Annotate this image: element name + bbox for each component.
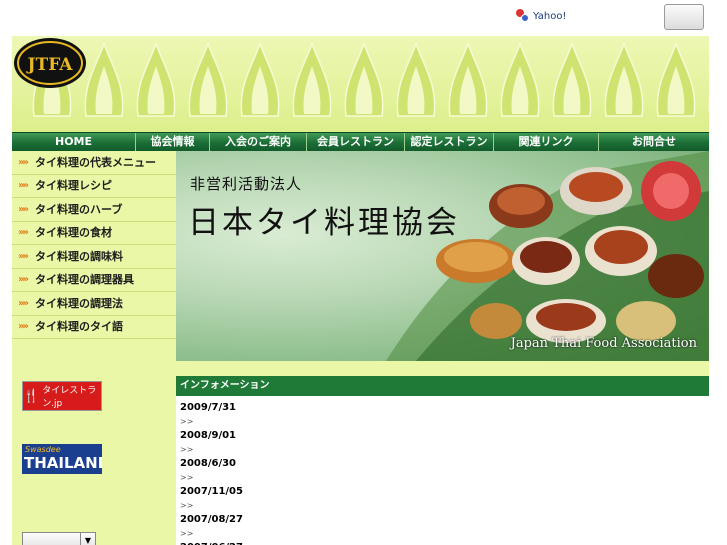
thailand-banner-main: THAILAND: [24, 454, 102, 472]
sidebar-item-6[interactable]: »» タイ料理の調理法: [12, 292, 176, 316]
jtfa-logo: JTFA: [14, 38, 86, 88]
info-entry-link[interactable]: >>: [180, 415, 243, 428]
sidebar-menu: »» タイ料理の代表メニュー »» タイ料理レシピ »» タイ料理のハーブ »» タイ料理の食…: [12, 151, 176, 349]
site-frame: JTFA HOME 協会情報 入会のご案内 会員レストラン 認定レストラン 関連リンク お問…: [12, 36, 709, 545]
nav-item-0[interactable]: HOME: [12, 133, 136, 151]
chevron-down-icon: ▼: [80, 533, 95, 545]
info-entry-link[interactable]: >>: [180, 527, 243, 540]
sidebar-item-label: タイ料理の調味料: [35, 249, 123, 263]
yahoo-link[interactable]: Yahoo!: [516, 9, 566, 23]
hero-english-title: Japan Thai Food Association: [510, 336, 697, 351]
info-entry-date: 2007/06/27: [180, 540, 243, 545]
yahoo-label: Yahoo!: [533, 10, 567, 22]
sidebar-item-label: タイ料理のハーブ: [35, 202, 123, 216]
double-chevron-icon: »»: [18, 297, 29, 309]
thai-restaurant-banner[interactable]: 🍴 タイレストラン.jp: [22, 381, 102, 411]
thailand-banner-top: Swasdee: [25, 445, 61, 454]
hero-subtitle: 非営利活動法人: [190, 175, 303, 193]
info-entry-link[interactable]: >>: [180, 499, 243, 512]
top-bar: Yahoo!: [0, 0, 727, 36]
thailand-banner[interactable]: Swasdee THAILAND: [22, 444, 102, 474]
sidebar-item-label: タイ料理の調理法: [35, 296, 123, 310]
nav-item-2[interactable]: 入会のご案内: [210, 133, 307, 151]
main-nav: HOME 協会情報 入会のご案内 会員レストラン 認定レストラン 関連リンク お問合せ: [12, 132, 709, 152]
hero-title: 日本タイ料理協会: [188, 205, 460, 241]
double-chevron-icon: »»: [18, 180, 29, 192]
sidebar-item-0[interactable]: »» タイ料理の代表メニュー: [12, 151, 176, 175]
info-entry-link[interactable]: >>: [180, 471, 243, 484]
info-list: 2009/7/31 >> 2008/9/01 >> 2008/6/30 >> 2007/11…: [180, 400, 243, 545]
sidebar-item-label: タイ料理の調理器具: [35, 273, 134, 287]
info-entry-date: 2007/08/27: [180, 514, 243, 525]
thai-restaurant-label: タイレストラン.jp: [42, 386, 97, 409]
dropdown-select[interactable]: ▼: [22, 532, 96, 545]
double-chevron-icon: »»: [18, 274, 29, 286]
sidebar-item-label: タイ料理レシピ: [35, 179, 112, 193]
thai-ornament-pattern: [12, 36, 709, 132]
double-chevron-icon: »»: [18, 321, 29, 333]
nav-item-6[interactable]: お問合せ: [599, 133, 709, 151]
double-chevron-icon: »»: [18, 227, 29, 239]
blank-button[interactable]: [664, 4, 704, 30]
info-entry-date: 2009/7/31: [180, 402, 237, 413]
sidebar-item-label: タイ料理の食材: [35, 226, 112, 240]
info-entry-date: 2008/9/01: [180, 430, 237, 441]
sidebar-item-label: タイ料理の代表メニュー: [35, 155, 156, 169]
hero-image: 非営利活動法人 日本タイ料理協会 Japan Thai Food Associa…: [176, 151, 709, 361]
info-entry-link[interactable]: >>: [180, 443, 243, 456]
sidebar-item-2[interactable]: »» タイ料理のハーブ: [12, 198, 176, 222]
sidebar-item-7[interactable]: »» タイ料理のタイ語: [12, 316, 176, 339]
sidebar-item-label: タイ料理のタイ語: [35, 320, 123, 334]
info-entry-date: 2007/11/05: [180, 486, 243, 497]
double-chevron-icon: »»: [18, 203, 29, 215]
logo-text: JTFA: [26, 55, 74, 75]
sidebar-item-3[interactable]: »» タイ料理の食材: [12, 222, 176, 245]
header-banner: JTFA: [12, 36, 709, 132]
sidebar-banners: 🍴 タイレストラン.jp Swasdee THAILAND ▼: [12, 356, 176, 545]
nav-item-3[interactable]: 会員レストラン: [307, 133, 405, 151]
sidebar-item-1[interactable]: »» タイ料理レシピ: [12, 175, 176, 198]
info-entry-date: 2008/6/30: [180, 458, 237, 469]
fork-knife-icon: 🍴: [23, 388, 40, 404]
nav-item-1[interactable]: 協会情報: [136, 133, 210, 151]
info-heading: インフォメーション: [176, 376, 709, 396]
sidebar-item-4[interactable]: »» タイ料理の調味料: [12, 245, 176, 269]
info-strip: [176, 361, 709, 376]
sidebar-item-5[interactable]: »» タイ料理の調理器具: [12, 269, 176, 292]
double-chevron-icon: »»: [18, 156, 29, 168]
nav-item-4[interactable]: 認定レストラン: [405, 133, 494, 151]
yahoo-icon: [516, 9, 530, 23]
nav-item-5[interactable]: 関連リンク: [494, 133, 599, 151]
double-chevron-icon: »»: [18, 250, 29, 262]
info-panel: インフォメーション 2009/7/31 >> 2008/9/01 >> 2008/6/3…: [176, 361, 709, 545]
